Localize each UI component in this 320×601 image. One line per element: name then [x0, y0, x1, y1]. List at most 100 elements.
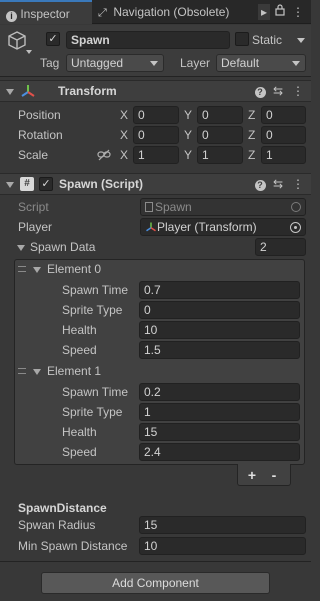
position-z-input[interactable]: 0 [261, 106, 306, 124]
scale-y-input[interactable]: 1 [197, 146, 243, 164]
rotation-z-label[interactable]: Z [248, 126, 255, 144]
tab-bar: i Inspector ⤢ Navigation (Obsolete) ▸ ⋮ [0, 0, 311, 24]
component-menu-icon[interactable]: ⋮ [292, 176, 304, 192]
speed-input[interactable]: 1.5 [139, 341, 300, 359]
spawn-time-label: Spawn Time [62, 385, 129, 399]
min-spawn-distance-input[interactable]: 10 [139, 537, 306, 555]
scale-label: Scale [18, 148, 49, 162]
active-checkbox[interactable]: ✓ [46, 32, 60, 46]
speed-label: Speed [62, 445, 97, 459]
transform-icon [145, 221, 157, 235]
tag-value: Untagged [71, 56, 124, 70]
sprite-type-input[interactable]: 0 [139, 301, 300, 319]
tab-navigation-label: Navigation (Obsolete) [113, 5, 230, 19]
scale-y-label[interactable]: Y [184, 146, 192, 164]
layer-dropdown[interactable]: Default [216, 54, 306, 72]
rotation-x-label[interactable]: X [120, 126, 128, 144]
scale-z-input[interactable]: 1 [261, 146, 306, 164]
component-menu-icon[interactable]: ⋮ [292, 83, 304, 99]
drag-handle-icon[interactable] [18, 266, 26, 272]
position-z-label[interactable]: Z [248, 106, 255, 124]
preset-icon[interactable]: ⇆ [272, 176, 284, 192]
chevron-down-icon [150, 61, 158, 66]
add-component-button[interactable]: Add Component [41, 572, 270, 594]
health-input[interactable]: 15 [139, 423, 300, 441]
script-label: Script [18, 200, 49, 214]
rotation-x-input[interactable]: 0 [133, 126, 179, 144]
scale-x-input[interactable]: 1 [133, 146, 179, 164]
tab-navigation[interactable]: ⤢ Navigation (Obsolete) [98, 0, 256, 24]
min-spawn-distance-label: Min Spawn Distance [18, 539, 128, 553]
info-icon: i [6, 11, 17, 22]
icon-dropdown-arrow-icon[interactable] [26, 50, 32, 54]
remove-element-button[interactable]: - [267, 466, 281, 484]
tab-inspector[interactable]: i Inspector [0, 0, 92, 24]
spawn-time-input[interactable]: 0.2 [139, 383, 300, 401]
help-icon[interactable]: ? [254, 176, 266, 192]
health-label: Health [62, 323, 97, 337]
spawn-data-size-input[interactable]: 2 [255, 238, 306, 256]
script-file-icon [145, 202, 153, 212]
spawn-time-input[interactable]: 0.7 [139, 281, 300, 299]
script-enabled-checkbox[interactable]: ✓ [39, 177, 53, 191]
player-reference-value: Player (Transform) [157, 220, 257, 234]
sprite-type-label: Sprite Type [62, 303, 123, 317]
position-label: Position [18, 108, 61, 122]
element-foldout-icon[interactable] [33, 267, 41, 273]
rotation-y-input[interactable]: 0 [197, 126, 243, 144]
spawn-time-label: Spawn Time [62, 283, 129, 297]
speed-input[interactable]: 2.4 [139, 443, 300, 461]
spawn-radius-label: Spwan Radius [18, 518, 96, 532]
foldout-arrow-icon[interactable] [6, 182, 14, 188]
tag-label: Tag [40, 56, 60, 70]
static-dropdown-arrow-icon[interactable] [297, 38, 305, 43]
help-icon[interactable]: ? [254, 83, 266, 99]
link-icon[interactable] [97, 149, 111, 161]
health-label: Health [62, 425, 97, 439]
sprite-type-input[interactable]: 1 [139, 403, 300, 421]
position-y-input[interactable]: 0 [197, 106, 243, 124]
spawn-data-label[interactable]: Spawn Data [30, 238, 95, 256]
scale-x-label[interactable]: X [120, 146, 128, 164]
rotation-z-input[interactable]: 0 [261, 126, 306, 144]
position-x-label[interactable]: X [120, 106, 128, 124]
sprite-type-label: Sprite Type [62, 405, 123, 419]
static-label: Static [252, 33, 283, 47]
spawn-radius-input[interactable]: 15 [139, 516, 306, 534]
layer-value: Default [221, 56, 260, 70]
tab-scroll-right-icon[interactable]: ▸ [258, 4, 270, 20]
transform-icon [20, 83, 36, 99]
divider [0, 561, 311, 562]
position-x-input[interactable]: 0 [133, 106, 179, 124]
add-element-button[interactable]: + [245, 466, 259, 484]
health-input[interactable]: 10 [139, 321, 300, 339]
player-reference-field[interactable]: Player (Transform) [140, 218, 306, 236]
position-y-label[interactable]: Y [184, 106, 192, 124]
element-foldout-icon[interactable] [33, 369, 41, 375]
rotation-y-label[interactable]: Y [184, 126, 192, 144]
transform-title: Transform [58, 84, 117, 98]
script-reference-field: Spawn [140, 198, 306, 216]
script-reference-value: Spawn [155, 200, 192, 214]
drag-handle-icon[interactable] [18, 368, 26, 374]
tab-menu-icon[interactable]: ⋮ [292, 4, 304, 20]
chevron-down-icon [292, 61, 300, 66]
preset-icon[interactable]: ⇆ [272, 83, 284, 99]
tag-dropdown[interactable]: Untagged [66, 54, 164, 72]
cube-icon[interactable] [6, 30, 28, 52]
spawn-data-foldout-icon[interactable] [17, 245, 25, 251]
script-title: Spawn (Script) [59, 177, 144, 191]
foldout-arrow-icon[interactable] [6, 89, 14, 95]
transform-header[interactable]: Transform ? ⇆ ⋮ [0, 80, 311, 102]
element-0-title[interactable]: Element 0 [47, 260, 101, 278]
object-picker-icon[interactable] [290, 222, 301, 233]
element-1-title[interactable]: Element 1 [47, 362, 101, 380]
section-header-spawn-distance: SpawnDistance [18, 501, 107, 515]
scale-z-label[interactable]: Z [248, 146, 255, 164]
gameobject-name-input[interactable]: Spawn [66, 31, 230, 49]
player-label: Player [18, 220, 53, 234]
static-checkbox[interactable] [235, 32, 249, 46]
layer-label: Layer [180, 56, 211, 70]
script-header[interactable]: # ✓ Spawn (Script) ? ⇆ ⋮ [0, 173, 311, 195]
lock-icon[interactable] [274, 4, 286, 20]
